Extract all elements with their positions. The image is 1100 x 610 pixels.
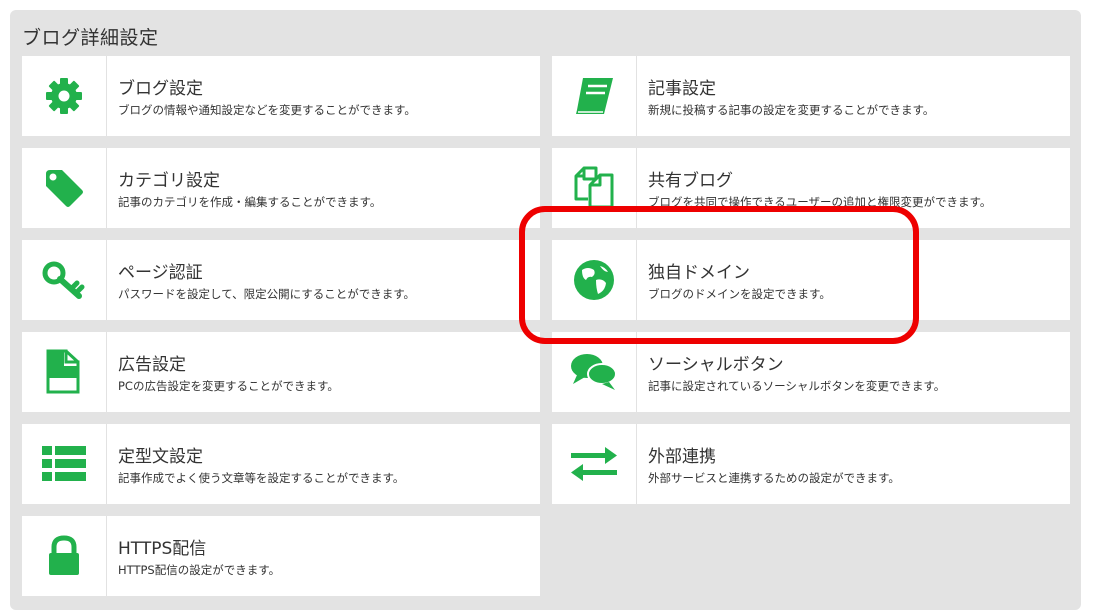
tag-icon (42, 166, 86, 210)
card-shared-blog[interactable]: 共有ブログ ブログを共同で操作できるユーザーの追加と権限変更ができます。 (552, 148, 1070, 228)
card-title: 外部連携 (648, 447, 716, 467)
card-blog-settings[interactable]: ブログ設定 ブログの情報や通知設定などを変更することができます。 (22, 56, 540, 136)
card-https-delivery[interactable]: HTTPS配信 HTTPS配信の設定ができます。 (22, 516, 540, 596)
copy-documents-icon (570, 165, 618, 211)
card-description: 記事に設定されているソーシャルボタンを変更できます。 (648, 379, 946, 393)
globe-icon (572, 258, 616, 302)
lock-icon (44, 534, 84, 578)
key-icon (41, 258, 87, 302)
card-title: 定型文設定 (118, 447, 203, 467)
card-title: ソーシャルボタン (648, 355, 784, 375)
card-title: 独自ドメイン (648, 263, 750, 283)
card-article-settings[interactable]: 記事設定 新規に投稿する記事の設定を変更することができます。 (552, 56, 1070, 136)
card-ad-settings[interactable]: 広告設定 PCの広告設定を変更することができます。 (22, 332, 540, 412)
card-description: HTTPS配信の設定ができます。 (118, 563, 281, 577)
gear-icon (42, 74, 86, 118)
card-description: 新規に投稿する記事の設定を変更することができます。 (648, 103, 935, 117)
card-description: 記事作成でよく使う文章等を設定することができます。 (118, 471, 405, 485)
card-template-settings[interactable]: 定型文設定 記事作成でよく使う文章等を設定することができます。 (22, 424, 540, 504)
card-description: PCの広告設定を変更することができます。 (118, 379, 339, 393)
card-title: 記事設定 (648, 79, 716, 99)
card-title: カテゴリ設定 (118, 171, 220, 191)
card-title: 共有ブログ (648, 171, 733, 191)
card-description: ブログを共同で操作できるユーザーの追加と権限変更ができます。 (648, 195, 992, 209)
card-title: HTTPS配信 (118, 539, 207, 559)
card-custom-domain[interactable]: 独自ドメイン ブログのドメインを設定できます。 (552, 240, 1070, 320)
exchange-arrows-icon (569, 444, 619, 484)
card-description: 外部サービスと連携するための設定ができます。 (648, 471, 900, 485)
card-title: ブログ設定 (118, 79, 203, 99)
book-icon (571, 74, 617, 118)
card-title: 広告設定 (118, 355, 186, 375)
card-description: 記事のカテゴリを作成・編集することができます。 (118, 195, 382, 209)
card-page-auth[interactable]: ページ認証 パスワードを設定して、限定公開にすることができます。 (22, 240, 540, 320)
card-description: パスワードを設定して、限定公開にすることができます。 (118, 287, 416, 301)
card-title: ページ認証 (118, 263, 203, 283)
card-description: ブログのドメインを設定できます。 (648, 287, 831, 301)
chat-bubbles-icon (569, 351, 619, 393)
panel-title: ブログ詳細設定 (22, 27, 159, 49)
list-icon (40, 444, 88, 484)
card-external-integration[interactable]: 外部連携 外部サービスと連携するための設定ができます。 (552, 424, 1070, 504)
card-social-buttons[interactable]: ソーシャルボタン 記事に設定されているソーシャルボタンを変更できます。 (552, 332, 1070, 412)
card-description: ブログの情報や通知設定などを変更することができます。 (118, 103, 416, 117)
file-icon (42, 348, 86, 396)
card-category-settings[interactable]: カテゴリ設定 記事のカテゴリを作成・編集することができます。 (22, 148, 540, 228)
